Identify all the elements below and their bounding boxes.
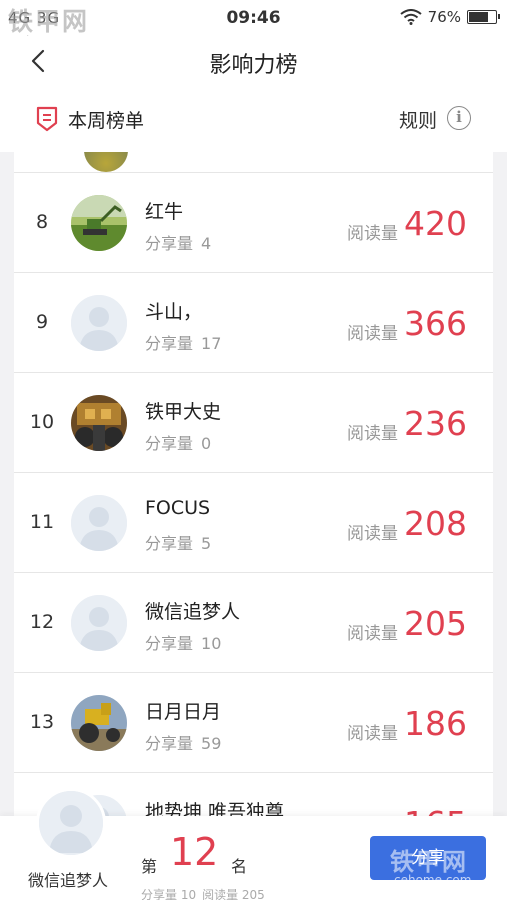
avatar — [71, 295, 127, 351]
share-count: 分享量 59 — [145, 730, 221, 754]
share-label: 分享量 — [145, 534, 194, 553]
username: FOCUS — [145, 497, 211, 519]
status-bar: 4G 3G 09:46 76% — [0, 0, 507, 36]
list-item[interactable]: 12 微信追梦人分享量 10 阅读量 205 — [14, 573, 493, 673]
weekly-ranking-label[interactable]: 本周榜单 — [68, 106, 144, 133]
share-value: 0 — [201, 434, 212, 453]
nav-bar: 影响力榜 — [0, 36, 507, 86]
share-label: 分享量 — [145, 234, 194, 253]
read-count: 366 — [404, 304, 467, 343]
ranking-list[interactable]: 8 红牛 分享量 4 阅读量 420 9 斗山， 分享量 17 阅读量 366 10 铁甲大史 分享量 0 阅读… — [14, 152, 493, 816]
read-count: 420 — [404, 204, 467, 243]
share-label: 分享量 — [145, 334, 194, 353]
rank-number: 10 — [29, 411, 55, 433]
rank-suffix: 名 — [231, 857, 248, 876]
read-count: 165 — [404, 804, 467, 816]
share-count: 分享量 4 — [145, 230, 211, 254]
ranking-subheader: 本周榜单 规则 i — [0, 86, 507, 152]
read-label: 阅读量 — [347, 424, 398, 444]
rank-number: 12 — [29, 611, 55, 633]
avatar — [71, 195, 127, 251]
rank-number: 8 — [35, 211, 49, 233]
share-label: 分享量 — [145, 434, 194, 453]
read-label: 阅读量 — [347, 724, 398, 744]
page-title: 影响力榜 — [209, 53, 298, 78]
share-value: 4 — [201, 234, 212, 253]
username: 铁甲大史 — [145, 401, 222, 423]
battery-icon — [467, 10, 500, 24]
rank-number: 9 — [35, 311, 49, 333]
share-count: 分享量 10 — [145, 630, 221, 654]
avatar — [71, 695, 127, 751]
battery-percent: 76% — [427, 8, 461, 26]
list-item[interactable]: 9 斗山， 分享量 17 阅读量 366 — [14, 273, 493, 373]
battery-fill — [469, 12, 488, 22]
read-count: 236 — [404, 404, 467, 443]
wifi-icon — [400, 9, 422, 25]
read-label: 阅读量 — [347, 224, 398, 244]
read-label: 阅读量 — [347, 324, 398, 344]
my-share-count: 分享量 10 — [141, 888, 197, 900]
list-item[interactable]: 10 铁甲大史分享量 0 阅读量 236 — [14, 373, 493, 473]
read-label: 阅读量 — [347, 524, 398, 544]
list-item[interactable]: 13 日月日月分享量 59 阅读量 186 — [14, 673, 493, 773]
read-count: 186 — [404, 704, 467, 743]
rank-prefix: 第 — [141, 857, 158, 876]
share-count: 分享量 5 — [145, 530, 211, 554]
share-label: 分享量 — [145, 734, 194, 753]
share-label: 分享量 — [145, 634, 194, 653]
rank-number: 11 — [29, 511, 55, 533]
share-value: 10 — [201, 634, 222, 653]
username: 微信追梦人 — [145, 601, 241, 623]
default-user-icon — [39, 791, 103, 855]
ranking-badge-icon — [36, 106, 58, 132]
username: 斗山， — [145, 301, 203, 323]
my-username: 微信追梦人 — [28, 871, 109, 890]
share-count: 分享量 17 — [145, 330, 221, 354]
share-value: 17 — [201, 334, 222, 353]
my-stats: 分享量 10 阅读量 205 — [141, 886, 265, 900]
share-value: 59 — [201, 734, 222, 753]
avatar — [84, 152, 128, 172]
list-item-partial — [14, 152, 493, 173]
my-rank-number: 12 — [170, 830, 219, 874]
info-icon[interactable]: i — [447, 106, 471, 130]
avatar — [71, 495, 127, 551]
list-item[interactable]: 11 FOCUS 分享量 5 阅读量 208 — [14, 473, 493, 573]
share-value: 5 — [201, 534, 212, 553]
list-item[interactable]: 8 红牛分享量 4 阅读量 420 — [14, 173, 493, 273]
avatar — [71, 395, 127, 451]
share-button[interactable]: 分享 — [370, 836, 486, 880]
read-count: 208 — [404, 504, 467, 543]
avatar — [71, 595, 127, 651]
read-label: 阅读量 — [347, 624, 398, 644]
username: 红牛 — [145, 201, 184, 223]
read-count: 205 — [404, 604, 467, 643]
rules-link[interactable]: 规则 — [399, 106, 437, 133]
my-avatar — [36, 788, 106, 858]
ranking-rows: 8 红牛 分享量 4 阅读量 420 9 斗山， 分享量 17 阅读量 366 10 铁甲大史 分享量 0 阅读… — [14, 173, 493, 816]
rank-number: 13 — [29, 711, 55, 733]
my-rank-footer: 微信追梦人 第 12 名 分享量 10 阅读量 205 分享 铁甲网 cehome… — [0, 788, 507, 900]
share-count: 分享量 0 — [145, 430, 211, 454]
username: 地势坤 唯吾独尊 — [145, 801, 285, 816]
username: 日月日月 — [145, 701, 222, 723]
my-read-count: 阅读量 205 — [202, 888, 265, 900]
status-right-group: 76% — [400, 8, 500, 26]
